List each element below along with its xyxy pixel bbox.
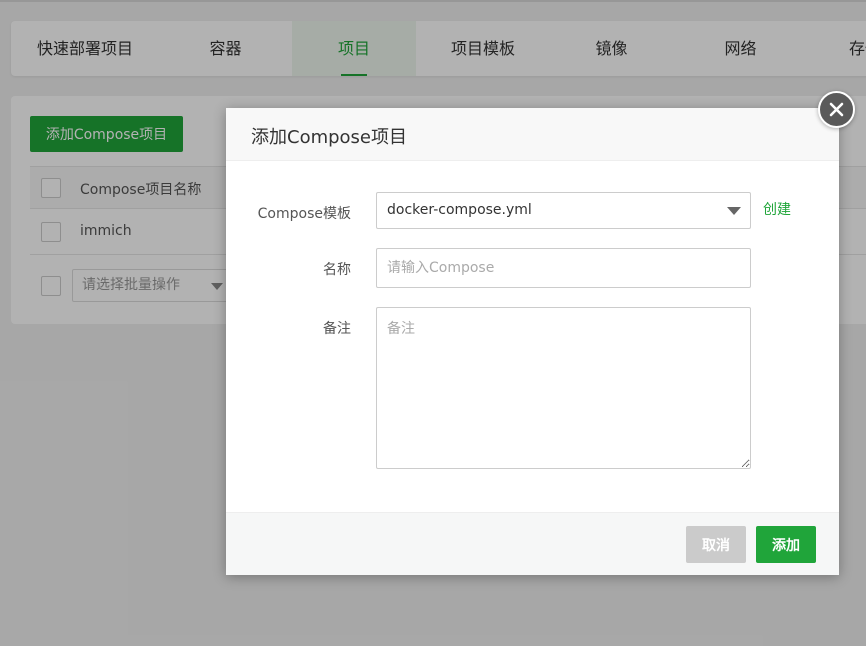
chevron-down-icon [727,207,741,215]
remark-textarea[interactable] [376,307,751,469]
dialog-header: 添加Compose项目 [226,108,839,161]
compose-template-value: docker-compose.yml [387,202,532,218]
add-compose-dialog: 添加Compose项目 Compose模板 docker-compose.yml… [226,108,839,575]
compose-template-select[interactable]: docker-compose.yml [376,192,751,229]
add-button[interactable]: 添加 [756,526,816,563]
cancel-button[interactable]: 取消 [686,526,746,563]
create-template-link[interactable]: 创建 [763,199,791,219]
name-label: 名称 [323,262,351,278]
dialog-title: 添加Compose项目 [251,127,408,148]
template-label: Compose模板 [257,206,351,222]
dialog-close-button[interactable] [818,91,855,128]
dialog-footer: 取消 添加 [226,512,839,575]
compose-name-input[interactable] [376,248,751,288]
close-icon [829,102,844,117]
remark-label: 备注 [323,321,351,337]
